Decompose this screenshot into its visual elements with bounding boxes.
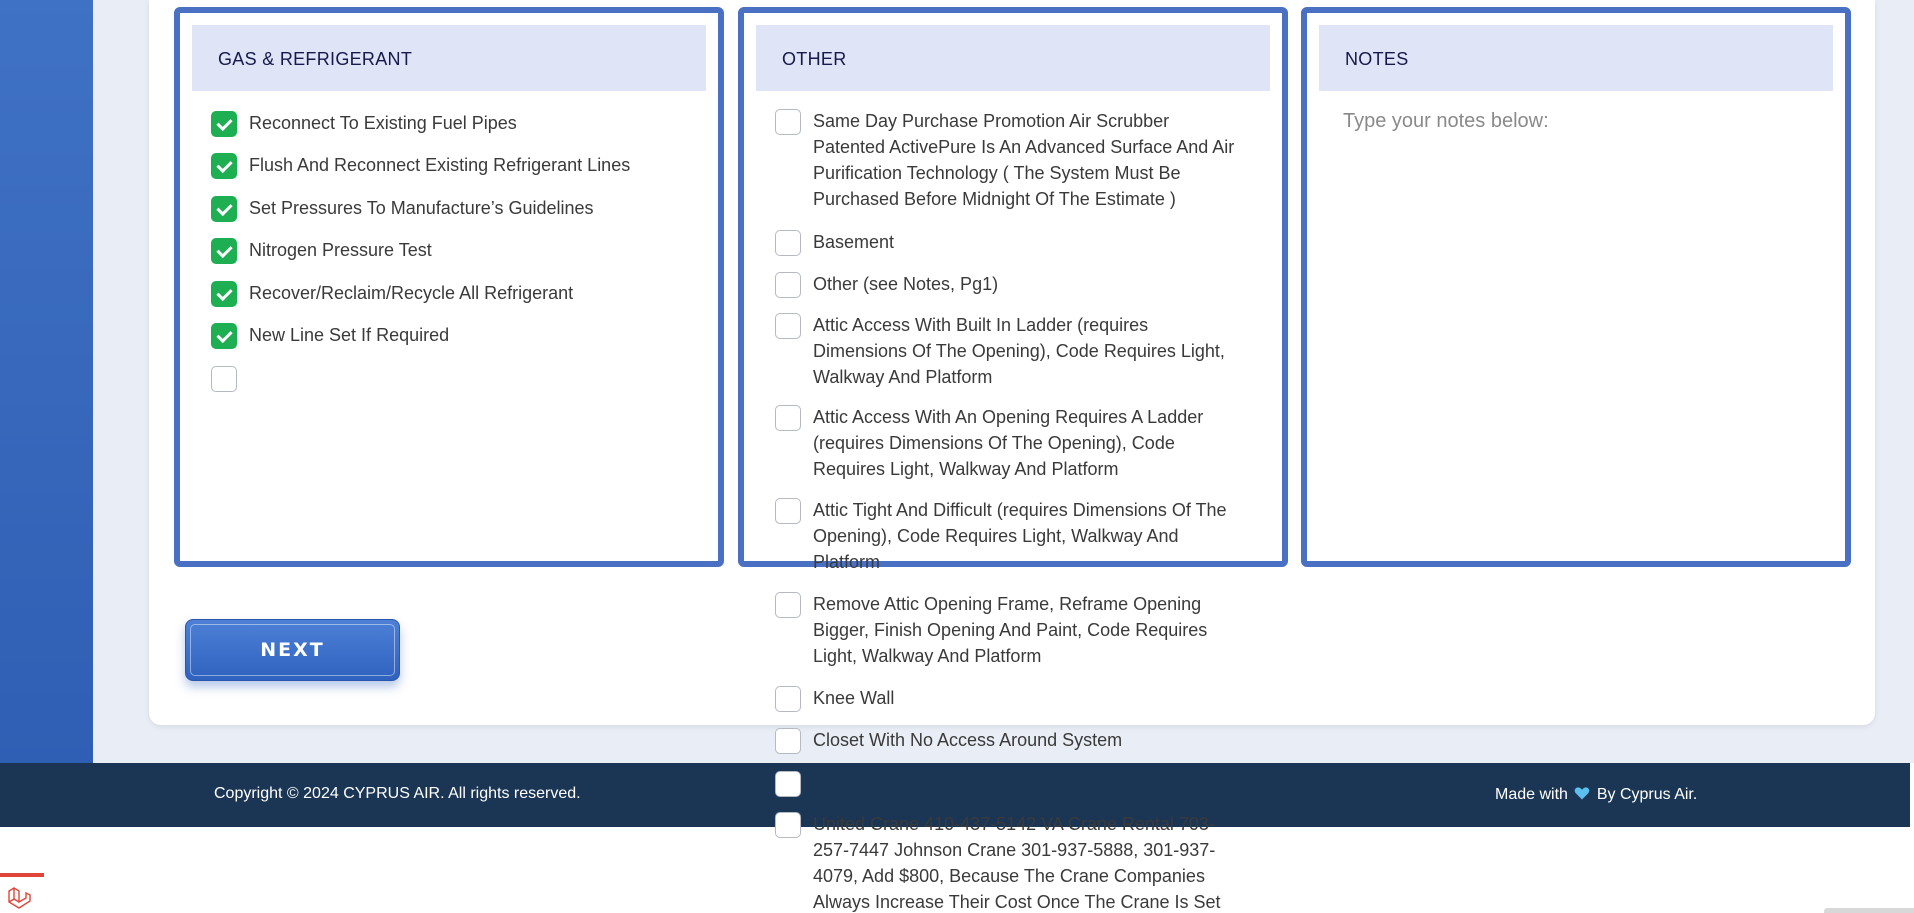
gas-checkbox-2[interactable] — [211, 196, 237, 222]
gas-item-label-1[interactable]: Flush And Reconnect Existing Refrigerant… — [249, 152, 630, 178]
other-checkbox-5[interactable] — [775, 498, 801, 524]
gas-checkbox-3[interactable] — [211, 238, 237, 264]
notes-header: NOTES — [1319, 25, 1833, 91]
horizontal-scrollbar[interactable] — [1824, 908, 1914, 913]
other-checkbox-8[interactable] — [775, 728, 801, 754]
next-button[interactable]: NEXT — [185, 619, 400, 681]
next-button-label: NEXT — [260, 639, 325, 661]
other-item-label-10[interactable]: United Crane 410-437-5142 VA Crane Renta… — [813, 811, 1243, 913]
other-checkbox-4[interactable] — [775, 405, 801, 431]
notes-textarea[interactable]: Type your notes below: — [1343, 110, 1549, 133]
other-checkbox-1[interactable] — [775, 230, 801, 256]
debug-badge[interactable] — [0, 873, 44, 913]
gas-item-label-5[interactable]: New Line Set If Required — [249, 322, 449, 348]
other-item-label-4[interactable]: Attic Access With An Opening Requires A … — [813, 404, 1243, 482]
gas-checkbox-4[interactable] — [211, 281, 237, 307]
other-item-label-5[interactable]: Attic Tight And Difficult (requires Dime… — [813, 497, 1243, 575]
footer-made-prefix: Made with — [1495, 786, 1568, 803]
other-item-label-3[interactable]: Attic Access With Built In Ladder (requi… — [813, 312, 1243, 390]
gas-item-label-0[interactable]: Reconnect To Existing Fuel Pipes — [249, 110, 517, 136]
other-checkbox-7[interactable] — [775, 686, 801, 712]
other-item-label-0[interactable]: Same Day Purchase Promotion Air Scrubber… — [813, 108, 1243, 212]
gas-refrigerant-header: GAS & REFRIGERANT — [192, 25, 706, 91]
gas-item-label-4[interactable]: Recover/Reclaim/Recycle All Refrigerant — [249, 280, 573, 306]
other-checkbox-3[interactable] — [775, 313, 801, 339]
other-item-label-7[interactable]: Knee Wall — [813, 685, 1243, 711]
footer-copyright: Copyright © 2024 CYPRUS AIR. All rights … — [214, 785, 581, 802]
gas-item-label-3[interactable]: Nitrogen Pressure Test — [249, 237, 432, 263]
other-title: OTHER — [782, 49, 847, 69]
footer-made-with: Made with By Cyprus Air. — [1495, 785, 1697, 804]
gas-item-label-2[interactable]: Set Pressures To Manufacture’s Guideline… — [249, 195, 594, 221]
gas-refrigerant-title: GAS & REFRIGERANT — [218, 49, 413, 69]
other-checkbox-10[interactable] — [775, 812, 801, 838]
other-item-label-8[interactable]: Closet With No Access Around System — [813, 727, 1243, 753]
other-checkbox-6[interactable] — [775, 592, 801, 618]
other-item-label-6[interactable]: Remove Attic Opening Frame, Reframe Open… — [813, 591, 1243, 669]
heart-icon — [1575, 787, 1590, 800]
notes-title: NOTES — [1345, 49, 1409, 69]
other-item-label-2[interactable]: Other (see Notes, Pg1) — [813, 271, 1243, 297]
gas-checkbox-6[interactable] — [211, 366, 237, 392]
other-checkbox-2[interactable] — [775, 272, 801, 298]
laravel-icon — [8, 887, 31, 909]
other-checkbox-0[interactable] — [775, 109, 801, 135]
sidebar-rail — [0, 0, 93, 763]
footer-made-suffix: By Cyprus Air. — [1596, 786, 1698, 803]
other-checkbox-9[interactable] — [775, 771, 801, 797]
notes-panel: NOTES — [1301, 7, 1851, 567]
gas-checkbox-1[interactable] — [211, 153, 237, 179]
other-item-label-1[interactable]: Basement — [813, 229, 1243, 255]
gas-checkbox-0[interactable] — [211, 111, 237, 137]
gas-checkbox-5[interactable] — [211, 323, 237, 349]
other-header: OTHER — [756, 25, 1270, 91]
